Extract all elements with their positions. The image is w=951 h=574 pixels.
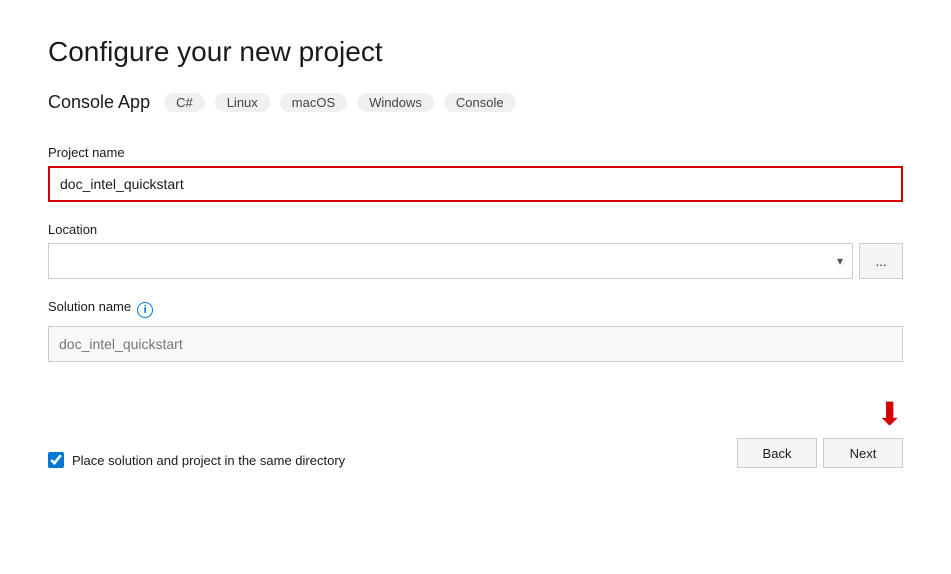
- arrow-down-icon: ⬇: [876, 398, 903, 430]
- location-select[interactable]: [48, 243, 853, 279]
- next-button[interactable]: Next: [823, 438, 903, 468]
- tag-windows: Windows: [357, 93, 434, 112]
- tag-linux: Linux: [215, 93, 270, 112]
- footer-right: ⬇ Back Next: [737, 398, 903, 468]
- same-directory-label: Place solution and project in the same d…: [72, 453, 345, 468]
- tag-macos: macOS: [280, 93, 347, 112]
- solution-name-group: Solution name i: [48, 299, 903, 362]
- app-type-label: Console App: [48, 92, 150, 113]
- solution-name-label-row: Solution name i: [48, 299, 903, 320]
- solution-name-label: Solution name: [48, 299, 131, 314]
- checkbox-row: Place solution and project in the same d…: [48, 452, 345, 468]
- info-icon: i: [137, 302, 153, 318]
- tag-console: Console: [444, 93, 516, 112]
- browse-button[interactable]: ...: [859, 243, 903, 279]
- project-name-label: Project name: [48, 145, 903, 160]
- project-name-group: Project name: [48, 145, 903, 202]
- location-row: ▾ ...: [48, 243, 903, 279]
- configure-project-dialog: Configure your new project Console App C…: [0, 0, 951, 574]
- location-group: Location ▾ ...: [48, 222, 903, 279]
- action-buttons: Back Next: [737, 438, 903, 468]
- bottom-row: Place solution and project in the same d…: [48, 398, 903, 468]
- location-label: Location: [48, 222, 903, 237]
- location-select-wrapper: ▾: [48, 243, 853, 279]
- same-directory-checkbox[interactable]: [48, 452, 64, 468]
- back-button[interactable]: Back: [737, 438, 817, 468]
- page-title: Configure your new project: [48, 36, 903, 68]
- solution-name-input[interactable]: [48, 326, 903, 362]
- project-name-input[interactable]: [48, 166, 903, 202]
- app-type-row: Console App C# Linux macOS Windows Conso…: [48, 92, 903, 113]
- tag-csharp: C#: [164, 93, 205, 112]
- form-section: Project name Location ▾ ... Solution nam…: [48, 145, 903, 542]
